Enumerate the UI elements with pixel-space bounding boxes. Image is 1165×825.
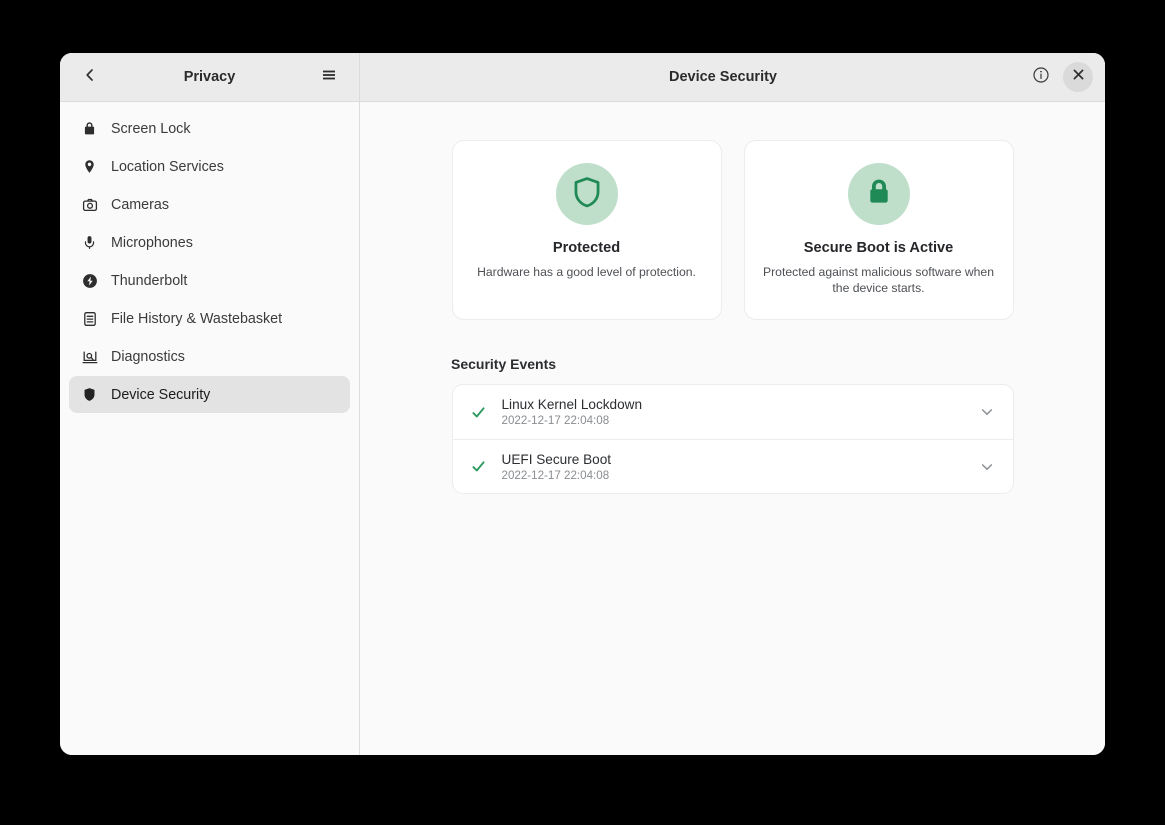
security-events-list: Linux Kernel Lockdown 2022-12-17 22:04:0… — [452, 384, 1014, 494]
close-icon — [1072, 68, 1085, 86]
settings-window: Privacy Screen Lock — [60, 53, 1105, 755]
padlock-icon — [863, 176, 895, 213]
page-title: Device Security — [360, 69, 1026, 85]
sidebar-item-diagnostics[interactable]: Diagnostics — [69, 338, 350, 375]
sidebar-item-label: Cameras — [111, 197, 169, 213]
sidebar-item-label: Diagnostics — [111, 349, 185, 365]
file-history-icon — [81, 310, 98, 327]
sidebar-item-label: Thunderbolt — [111, 273, 187, 289]
event-name: UEFI Secure Boot — [502, 452, 964, 467]
card-title: Protected — [553, 240, 620, 256]
content-pane: Device Security — [360, 53, 1105, 755]
thunderbolt-icon — [81, 272, 98, 289]
sidebar-item-location-services[interactable]: Location Services — [69, 148, 350, 185]
chevron-down-icon[interactable] — [978, 403, 996, 421]
card-description: Protected against malicious software whe… — [761, 265, 997, 296]
chevron-left-icon — [82, 67, 98, 88]
sidebar-item-thunderbolt[interactable]: Thunderbolt — [69, 262, 350, 299]
diagnostics-icon — [81, 348, 98, 365]
secure-boot-status-card: Secure Boot is Active Protected against … — [744, 140, 1014, 320]
microphone-icon — [81, 234, 98, 251]
sidebar-item-label: Screen Lock — [111, 121, 190, 137]
sidebar-item-file-history-wastebasket[interactable]: File History & Wastebasket — [69, 300, 350, 337]
sidebar-item-label: Device Security — [111, 387, 210, 403]
section-title: Security Events — [360, 356, 1105, 372]
sidebar-item-device-security[interactable]: Device Security — [69, 376, 350, 413]
checkmark-icon — [470, 458, 488, 476]
sidebar-item-screen-lock[interactable]: Screen Lock — [69, 110, 350, 147]
sidebar-header: Privacy — [60, 53, 359, 102]
padlock-icon-container — [848, 163, 910, 225]
hamburger-menu-icon — [321, 67, 337, 88]
table-row[interactable]: UEFI Secure Boot 2022-12-17 22:04:08 — [453, 439, 1013, 493]
sidebar-item-label: Microphones — [111, 235, 193, 251]
close-button[interactable] — [1063, 62, 1093, 92]
camera-icon — [81, 196, 98, 213]
back-button[interactable] — [74, 61, 106, 93]
info-button[interactable] — [1026, 62, 1056, 92]
chevron-down-icon[interactable] — [978, 458, 996, 476]
card-description: Hardware has a good level of protection. — [477, 265, 696, 281]
sidebar-item-microphones[interactable]: Microphones — [69, 224, 350, 261]
event-text: Linux Kernel Lockdown 2022-12-17 22:04:0… — [502, 397, 964, 427]
event-name: Linux Kernel Lockdown — [502, 397, 964, 412]
event-timestamp: 2022-12-17 22:04:08 — [502, 469, 964, 482]
sidebar-item-label: File History & Wastebasket — [111, 311, 282, 327]
sidebar-item-label: Location Services — [111, 159, 224, 175]
content-body: Protected Hardware has a good level of p… — [360, 102, 1105, 755]
shield-outline-icon-container — [556, 163, 618, 225]
event-timestamp: 2022-12-17 22:04:08 — [502, 414, 964, 427]
sidebar: Privacy Screen Lock — [60, 53, 360, 755]
protection-status-card: Protected Hardware has a good level of p… — [452, 140, 722, 320]
content-header: Device Security — [360, 53, 1105, 102]
status-cards-row: Protected Hardware has a good level of p… — [360, 140, 1105, 320]
header-actions — [1026, 62, 1093, 92]
event-text: UEFI Secure Boot 2022-12-17 22:04:08 — [502, 452, 964, 482]
info-circle-icon — [1032, 66, 1050, 89]
lock-icon — [81, 120, 98, 137]
table-row[interactable]: Linux Kernel Lockdown 2022-12-17 22:04:0… — [453, 385, 1013, 439]
location-pin-icon — [81, 158, 98, 175]
card-title: Secure Boot is Active — [804, 240, 954, 256]
checkmark-icon — [470, 403, 488, 421]
sidebar-item-cameras[interactable]: Cameras — [69, 186, 350, 223]
sidebar-nav-list: Screen Lock Location Services — [60, 102, 359, 413]
shield-icon — [81, 386, 98, 403]
shield-outline-icon — [570, 175, 604, 214]
menu-button[interactable] — [313, 61, 345, 93]
sidebar-title: Privacy — [106, 69, 313, 85]
